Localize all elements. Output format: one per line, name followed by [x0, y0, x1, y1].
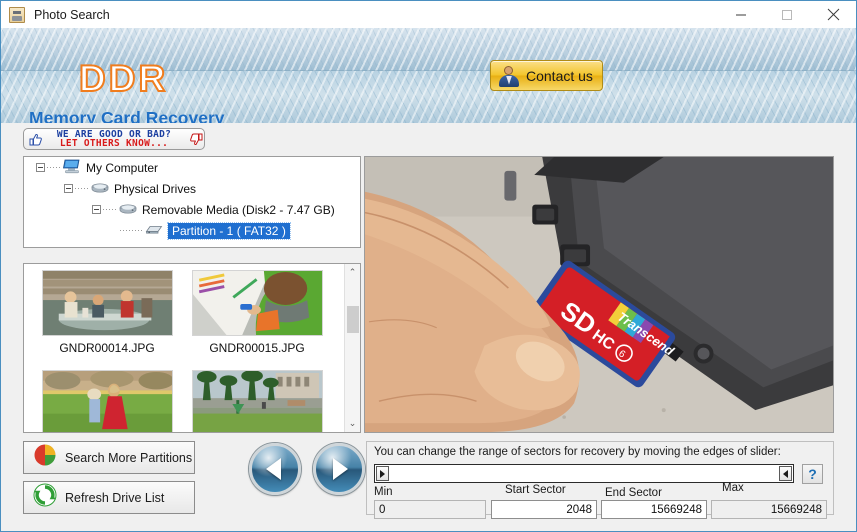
- end-sector-field[interactable]: 15669248: [601, 500, 707, 519]
- refresh-icon: [33, 483, 57, 512]
- app-icon: [9, 6, 25, 23]
- product-subtitle: Memory Card Recovery: [29, 108, 225, 123]
- slider-start-handle[interactable]: [376, 466, 389, 481]
- sector-range-group: You can change the range of sectors for …: [366, 441, 834, 519]
- sector-range-slider[interactable]: [374, 464, 794, 483]
- tree-node-label: Partition - 1 ( FAT32 ): [167, 221, 291, 240]
- expander-icon[interactable]: [64, 184, 73, 193]
- pie-chart-icon: [33, 443, 57, 472]
- tree-node-my-computer[interactable]: My Computer: [24, 157, 360, 178]
- thumbs-up-icon: [28, 132, 43, 147]
- scrollbar-thumb[interactable]: [347, 306, 359, 333]
- thumbnail-image[interactable]: [191, 270, 323, 336]
- review-badge[interactable]: WE ARE GOOD OR BAD? LET OTHERS KNOW...: [23, 128, 205, 150]
- max-label: Max: [722, 482, 744, 494]
- thumbs-down-icon: [189, 132, 204, 147]
- end-sector-label: End Sector: [605, 487, 662, 499]
- close-button[interactable]: [810, 1, 856, 28]
- drive-icon: [119, 202, 137, 218]
- window-controls: [718, 1, 856, 28]
- max-value: 15669248: [770, 503, 822, 516]
- thumbnail-item[interactable]: GNDR00014.JPG: [32, 270, 182, 370]
- arrow-right-icon: [333, 458, 348, 480]
- help-button[interactable]: ?: [802, 464, 823, 484]
- thumbnail-scrollbar[interactable]: ⌃ ⌄: [344, 264, 360, 432]
- min-field: 0: [374, 500, 486, 519]
- tree-node-label: My Computer: [86, 160, 159, 175]
- tree-connector: [103, 209, 117, 210]
- previous-image-button[interactable]: [249, 443, 301, 495]
- image-preview-panel[interactable]: Transcend SD HC 6: [364, 156, 834, 433]
- memory-card-photo: Transcend SD HC 6: [365, 157, 833, 432]
- expander-icon[interactable]: [36, 163, 45, 172]
- thumbnail-image[interactable]: [41, 370, 173, 432]
- partition-icon: [145, 223, 163, 239]
- minimize-button[interactable]: [718, 1, 764, 28]
- max-field: 15669248: [711, 500, 827, 519]
- start-sector-label: Start Sector: [505, 484, 566, 496]
- start-sector-field[interactable]: 2048: [491, 500, 597, 519]
- tree-connector: [75, 188, 89, 189]
- tree-node-removable-media[interactable]: Removable Media (Disk2 - 7.47 GB): [24, 199, 360, 220]
- tree-connector: [47, 167, 61, 168]
- computer-icon: [63, 159, 81, 177]
- thumbnail-item[interactable]: [32, 370, 182, 432]
- thumbnail-grid: GNDR00014.JPG GNDR00015.JPG: [24, 264, 344, 432]
- min-label: Min: [374, 486, 393, 498]
- tree-node-physical-drives[interactable]: Physical Drives: [24, 178, 360, 199]
- scroll-down-icon[interactable]: ⌄: [345, 415, 360, 432]
- thumbnail-item[interactable]: [182, 370, 332, 432]
- end-sector-value: 15669248: [650, 503, 702, 516]
- ddr-logo: DDR: [78, 57, 169, 100]
- thumbnail-item[interactable]: GNDR00015.JPG: [182, 270, 332, 370]
- drive-icon: [91, 181, 109, 197]
- refresh-drive-list-button[interactable]: Refresh Drive List: [23, 481, 195, 514]
- search-more-partitions-label: Search More Partitions: [65, 450, 193, 465]
- thumbnail-list-panel[interactable]: GNDR00014.JPG GNDR00015.JPG ⌃ ⌄: [23, 263, 361, 433]
- photo-search-window: Photo Search DDR Memory Card Recovery Co…: [0, 0, 857, 532]
- tree-node-label: Removable Media (Disk2 - 7.47 GB): [142, 202, 335, 217]
- thumbnail-filename: GNDR00015.JPG: [209, 341, 305, 355]
- window-title: Photo Search: [34, 7, 110, 22]
- slider-end-handle[interactable]: [779, 466, 792, 481]
- min-value: 0: [379, 503, 386, 516]
- tree-node-label: Physical Drives: [114, 181, 197, 196]
- tree-connector: [120, 230, 143, 231]
- sector-hint-text: You can change the range of sectors for …: [374, 446, 781, 458]
- expander-icon[interactable]: [92, 205, 101, 214]
- app-banner: DDR Memory Card Recovery Contact us: [1, 28, 856, 123]
- review-badge-text: WE ARE GOOD OR BAD? LET OTHERS KNOW...: [43, 129, 185, 149]
- drive-tree-panel[interactable]: My Computer Physical Drives Removable Me…: [23, 156, 361, 248]
- search-more-partitions-button[interactable]: Search More Partitions: [23, 441, 195, 474]
- main-content: WE ARE GOOD OR BAD? LET OTHERS KNOW... M…: [1, 123, 856, 531]
- thumbnail-image[interactable]: [41, 270, 173, 336]
- start-sector-value: 2048: [566, 503, 592, 516]
- contact-us-button[interactable]: Contact us: [490, 60, 603, 91]
- scroll-up-icon[interactable]: ⌃: [345, 264, 360, 281]
- tree-node-partition-1[interactable]: Partition - 1 ( FAT32 ): [24, 220, 360, 241]
- arrow-left-icon: [266, 458, 281, 480]
- person-icon: [498, 65, 520, 87]
- review-badge-line2: LET OTHERS KNOW...: [59, 138, 169, 149]
- next-image-button[interactable]: [313, 443, 365, 495]
- contact-us-label: Contact us: [526, 67, 593, 84]
- title-bar: Photo Search: [1, 1, 856, 29]
- maximize-button[interactable]: [764, 1, 810, 28]
- thumbnail-filename: GNDR00014.JPG: [59, 341, 155, 355]
- refresh-drive-list-label: Refresh Drive List: [65, 490, 165, 505]
- thumbnail-image[interactable]: [191, 370, 323, 432]
